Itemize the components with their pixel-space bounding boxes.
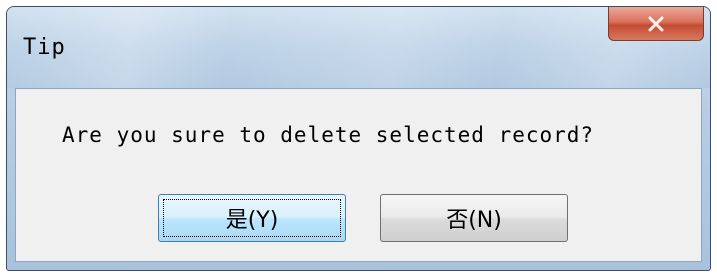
- yes-button[interactable]: 是(Y): [158, 194, 346, 242]
- yes-button-label: 是(Y): [225, 208, 279, 233]
- dialog-body: Are you sure to delete selected record? …: [15, 88, 702, 262]
- window-title: Tip: [23, 35, 66, 60]
- no-button-label: 否(N): [446, 208, 502, 233]
- title-bar[interactable]: Tip: [7, 7, 710, 88]
- confirm-message: Are you sure to delete selected record?: [62, 123, 595, 147]
- close-button[interactable]: [608, 7, 704, 41]
- close-icon: [648, 16, 664, 31]
- no-button[interactable]: 否(N): [380, 194, 568, 242]
- dialog-window: Tip Are you sure to delete selected reco…: [6, 6, 711, 271]
